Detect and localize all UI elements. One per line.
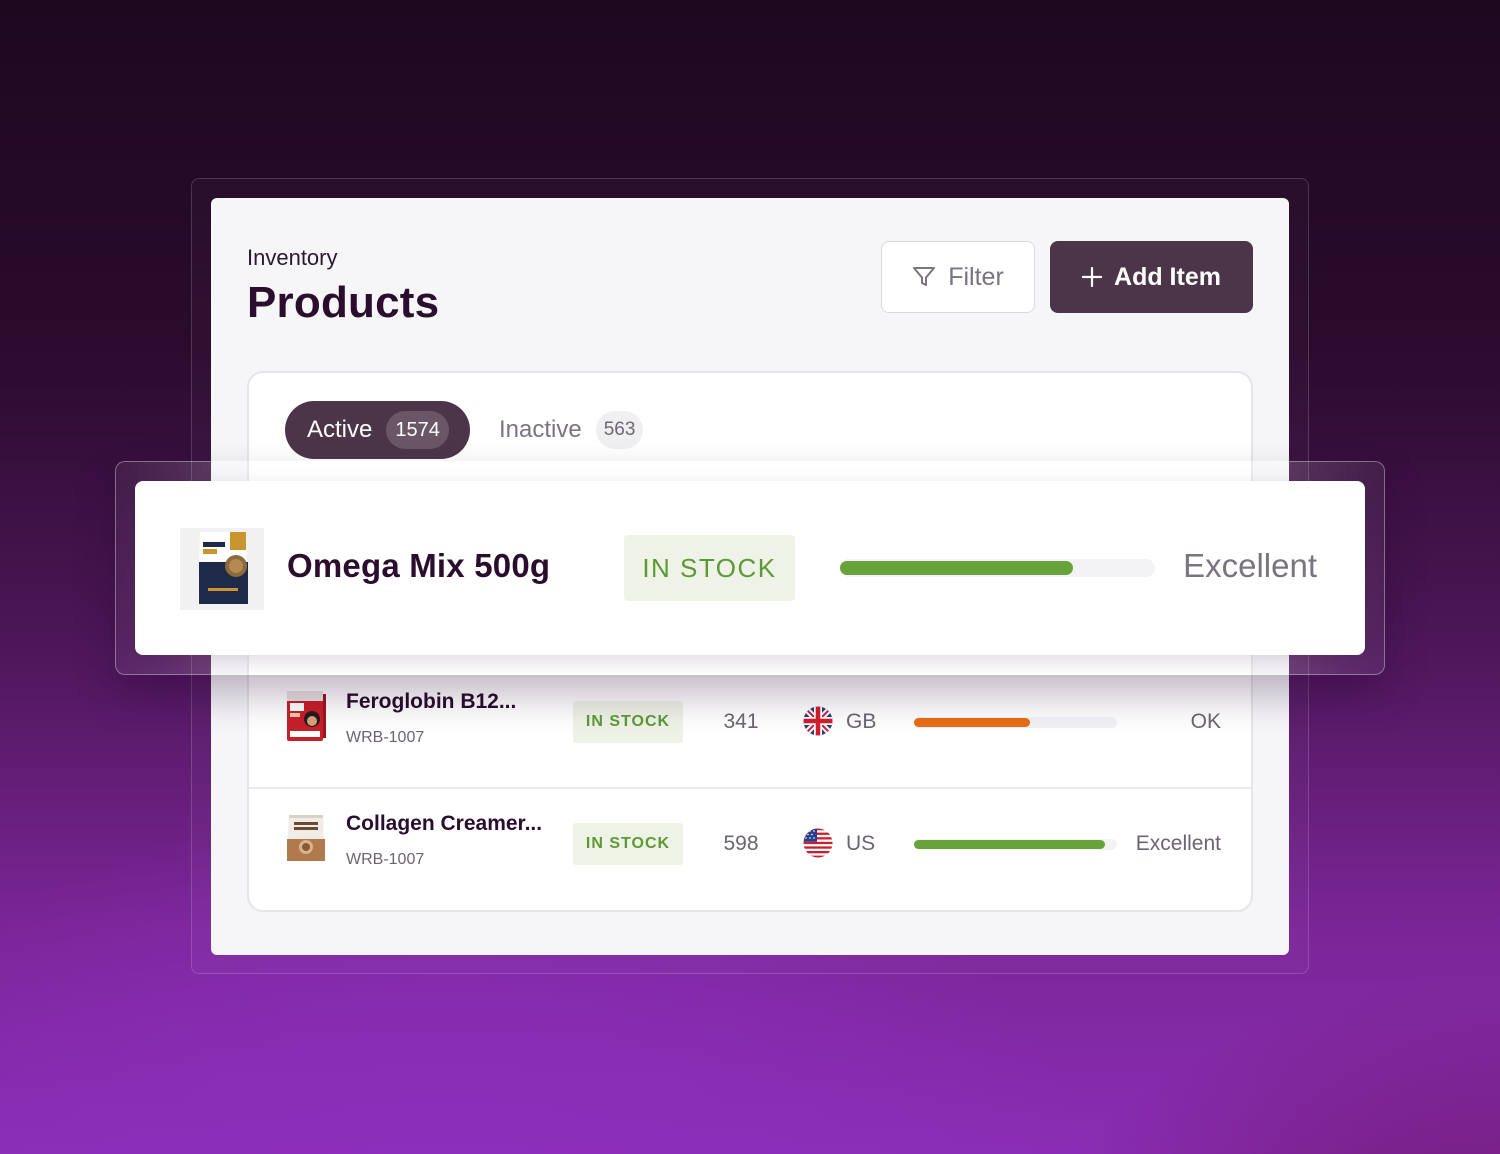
tab-active-count: 1574 bbox=[386, 411, 449, 449]
tab-inactive-label: Inactive bbox=[499, 416, 582, 443]
page-title: Products bbox=[247, 278, 440, 327]
tab-inactive[interactable]: Inactive 563 bbox=[499, 401, 644, 459]
tab-active[interactable]: Active 1574 bbox=[285, 401, 470, 459]
filter-icon bbox=[912, 266, 936, 288]
tab-active-label: Active bbox=[307, 416, 373, 443]
stock-level-fill bbox=[914, 718, 1030, 727]
stock-rating: Excellent bbox=[1135, 832, 1221, 855]
filter-label: Filter bbox=[948, 262, 1004, 291]
stock-level-fill bbox=[914, 840, 1105, 849]
status-badge: IN STOCK bbox=[573, 823, 683, 865]
quantity: 598 bbox=[723, 832, 759, 855]
product-thumbnail bbox=[283, 811, 329, 867]
add-item-button[interactable]: Add Item bbox=[1050, 241, 1253, 313]
status-badge: IN STOCK bbox=[573, 701, 683, 743]
product-sku: WRB-1007 bbox=[346, 729, 425, 746]
product-name: Feroglobin B12... bbox=[346, 690, 517, 713]
table-row[interactable]: Feroglobin B12... WRB-1007 IN STOCK 341 … bbox=[249, 667, 1251, 787]
stock-level-bar bbox=[914, 839, 1117, 850]
product-name: Omega Mix 500g bbox=[287, 547, 551, 584]
highlighted-row[interactable]: Omega Mix 500g IN STOCK Excellent bbox=[135, 481, 1365, 655]
stock-rating: Excellent bbox=[1183, 547, 1317, 584]
tab-inactive-count: 563 bbox=[595, 411, 644, 449]
status-badge: IN STOCK bbox=[624, 535, 795, 601]
stock-level-bar bbox=[914, 717, 1117, 728]
us-flag-icon bbox=[803, 828, 833, 858]
stock-level-bar bbox=[840, 559, 1155, 577]
add-item-label: Add Item bbox=[1114, 262, 1221, 291]
country-code: US bbox=[846, 832, 876, 855]
breadcrumb: Inventory bbox=[247, 245, 338, 270]
quantity: 341 bbox=[723, 710, 759, 733]
stock-rating: OK bbox=[1190, 710, 1221, 733]
filter-button[interactable]: Filter bbox=[881, 241, 1035, 313]
product-sku: WRB-1007 bbox=[346, 851, 425, 868]
product-thumbnail bbox=[180, 528, 264, 610]
uk-flag-icon bbox=[803, 706, 833, 736]
table-row[interactable]: Collagen Creamer... WRB-1007 IN STOCK 59… bbox=[249, 789, 1251, 909]
product-thumbnail bbox=[283, 689, 329, 745]
plus-icon bbox=[1082, 267, 1103, 287]
country-code: GB bbox=[846, 710, 877, 733]
product-name: Collagen Creamer... bbox=[346, 812, 543, 835]
stock-level-fill bbox=[840, 561, 1074, 575]
